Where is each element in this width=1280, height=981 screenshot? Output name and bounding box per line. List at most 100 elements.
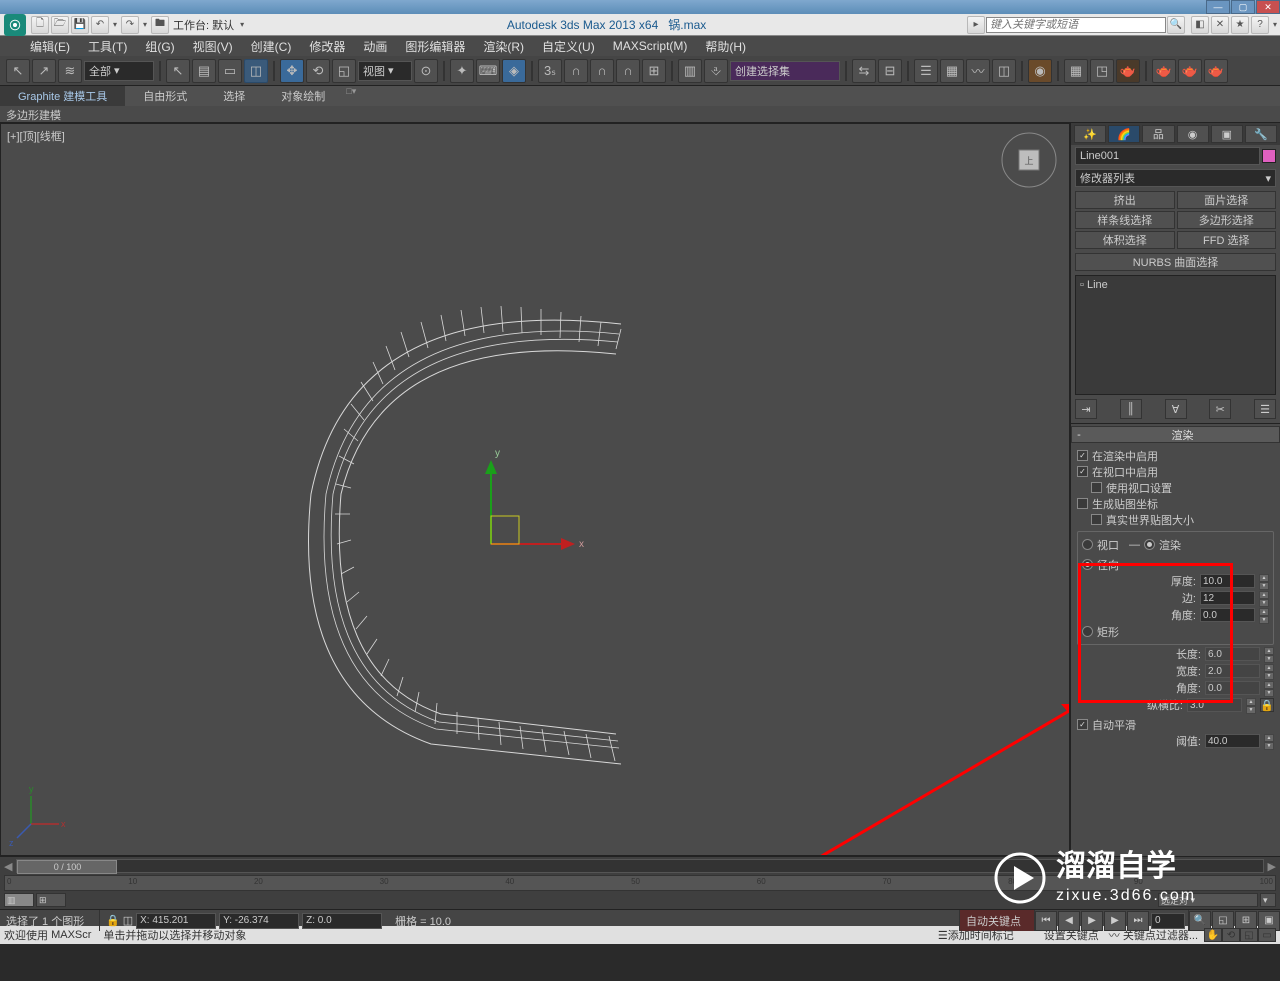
timeline-next-icon[interactable]: ▶: [1268, 860, 1276, 873]
curve-editor-icon[interactable]: 〰: [966, 59, 990, 83]
subscription-icon[interactable]: ◧: [1191, 16, 1209, 34]
bind-space-warp-icon[interactable]: ≋: [58, 59, 82, 83]
tab-modify-icon[interactable]: 🌈: [1108, 125, 1140, 143]
vp-nav-orbit-icon[interactable]: ⟲: [1222, 928, 1240, 942]
spinner-angle[interactable]: 0.0: [1200, 608, 1255, 622]
render-setup-icon[interactable]: ▦: [1064, 59, 1088, 83]
viewport-label[interactable]: [+][顶][线框]: [7, 128, 65, 144]
chk-enable-render[interactable]: ✓: [1077, 450, 1088, 461]
select-scale-icon[interactable]: ◱: [332, 59, 356, 83]
spinner-thickness-arrows[interactable]: ▲▼: [1259, 574, 1269, 588]
window-close-button[interactable]: ✕: [1256, 0, 1280, 14]
maxscript-label[interactable]: MAXScr: [51, 929, 91, 941]
rendered-frame-icon[interactable]: ◳: [1090, 59, 1114, 83]
select-move-icon[interactable]: ✥: [280, 59, 304, 83]
abs-rel-icon[interactable]: ◫: [123, 914, 133, 927]
select-region-rect-icon[interactable]: ▭: [218, 59, 242, 83]
ribbon-tab-objectpaint[interactable]: 对象绘制: [263, 86, 343, 106]
redo-icon[interactable]: ↷: [121, 16, 139, 34]
mirror2-icon[interactable]: ⇆: [852, 59, 876, 83]
menu-views[interactable]: 视图(V): [193, 38, 233, 55]
menu-group[interactable]: 组(G): [145, 38, 174, 55]
coord-z-field[interactable]: Z: 0.0: [302, 913, 382, 929]
select-rotate-icon[interactable]: ⟲: [306, 59, 330, 83]
open-file-icon[interactable]: 🗁: [51, 16, 69, 34]
modbtn-nurbs-select[interactable]: NURBS 曲面选择: [1075, 253, 1276, 271]
remove-modifier-icon[interactable]: ✂: [1209, 399, 1231, 419]
menu-rendering[interactable]: 渲染(R): [483, 38, 524, 55]
object-name-field[interactable]: Line001: [1075, 147, 1260, 165]
modbtn-extrude[interactable]: 挤出: [1075, 191, 1175, 209]
tab-motion-icon[interactable]: ◉: [1177, 125, 1209, 143]
edit-named-sel2-icon[interactable]: ⊞: [642, 59, 666, 83]
named-selection-dropdown[interactable]: 创建选择集: [730, 61, 840, 81]
radio-viewport[interactable]: [1082, 539, 1093, 550]
spinner-sides-arrows[interactable]: ▲▼: [1259, 591, 1269, 605]
help-icon[interactable]: ?: [1251, 16, 1269, 34]
infocenter-search-input[interactable]: [986, 17, 1166, 33]
modifier-stack[interactable]: ▫ Line: [1075, 275, 1276, 395]
trackbar-icon1[interactable]: ▥: [4, 893, 34, 907]
menu-edit[interactable]: 编辑(E): [30, 38, 70, 55]
ribbon-tab-selection[interactable]: 选择: [205, 86, 263, 106]
tab-display-icon[interactable]: ▣: [1211, 125, 1243, 143]
setkey-button[interactable]: 设置关键点: [1044, 927, 1099, 943]
object-color-swatch[interactable]: [1262, 149, 1276, 163]
search-toggle-icon[interactable]: ▸: [967, 16, 985, 34]
snaps-toggle-icon[interactable]: ◈: [502, 59, 526, 83]
radio-radial[interactable]: [1082, 559, 1093, 570]
edit-named-sel-icon[interactable]: ∩: [616, 59, 640, 83]
window-minimize-button[interactable]: —: [1206, 0, 1230, 14]
render-activeshade-icon[interactable]: 🫖: [1178, 59, 1202, 83]
use-pivot-icon[interactable]: ⊙: [414, 59, 438, 83]
layer-manager-icon[interactable]: ☰: [914, 59, 938, 83]
mirror-icon[interactable]: ▥: [678, 59, 702, 83]
pin-stack-icon[interactable]: ⇥: [1075, 399, 1097, 419]
menu-grapheditors[interactable]: 图形编辑器: [405, 38, 465, 55]
render-last-icon[interactable]: 🫖: [1204, 59, 1228, 83]
align-icon[interactable]: ⎀: [704, 59, 728, 83]
workspace-dropdown-icon[interactable]: ▾: [237, 18, 247, 32]
chk-use-vp-settings[interactable]: [1091, 482, 1102, 493]
search-icon[interactable]: 🔍: [1167, 16, 1185, 34]
menu-help[interactable]: 帮助(H): [705, 38, 746, 55]
viewport[interactable]: [+][顶][线框] 上 y x z y x: [0, 123, 1070, 856]
schematic-view-icon[interactable]: ◫: [992, 59, 1016, 83]
rollup-rendering-header[interactable]: -渲染: [1071, 426, 1280, 443]
new-file-icon[interactable]: 🗋: [31, 16, 49, 34]
align2-icon[interactable]: ⊟: [878, 59, 902, 83]
chk-autosmooth[interactable]: ✓: [1077, 719, 1088, 730]
menu-create[interactable]: 创建(C): [251, 38, 292, 55]
selection-filter-dropdown[interactable]: 全部 ▾: [84, 61, 154, 81]
save-file-icon[interactable]: 💾: [71, 16, 89, 34]
project-icon[interactable]: 🖿: [151, 16, 169, 34]
make-unique-icon[interactable]: ∀: [1165, 399, 1187, 419]
select-manipulate-icon[interactable]: ✦: [450, 59, 474, 83]
timeline-prev-icon[interactable]: ◀: [4, 860, 12, 873]
aspect-lock-icon[interactable]: 🔒: [1260, 698, 1274, 712]
configure-sets-icon[interactable]: ☰: [1254, 399, 1276, 419]
vp-nav-pan-icon[interactable]: ✋: [1204, 928, 1222, 942]
stack-item-line[interactable]: ▫ Line: [1078, 278, 1273, 292]
view-cube[interactable]: 上: [1001, 132, 1057, 188]
addtime-icon[interactable]: ☰: [938, 929, 948, 942]
modbtn-poly-select[interactable]: 多边形选择: [1177, 211, 1277, 229]
time-slider-thumb[interactable]: 0 / 100: [17, 860, 117, 874]
material-editor-icon[interactable]: ◉: [1028, 59, 1052, 83]
spinner-snap-icon[interactable]: ∩: [590, 59, 614, 83]
spinner-sides[interactable]: 12: [1200, 591, 1255, 605]
unlink-icon[interactable]: ↗: [32, 59, 56, 83]
select-name-icon[interactable]: ▤: [192, 59, 216, 83]
percent-snap-icon[interactable]: ∩: [564, 59, 588, 83]
vp-nav-fov-icon[interactable]: ▭: [1258, 928, 1276, 942]
ribbon-collapse-icon[interactable]: □▾: [343, 86, 359, 106]
tab-utilities-icon[interactable]: 🔧: [1245, 125, 1277, 143]
spinner-angle-arrows[interactable]: ▲▼: [1259, 608, 1269, 622]
chk-enable-viewport[interactable]: ✓: [1077, 466, 1088, 477]
lock-selection-icon[interactable]: 🔒: [106, 914, 120, 927]
favorites-icon[interactable]: ★: [1231, 16, 1249, 34]
modbtn-patch-select[interactable]: 面片选择: [1177, 191, 1277, 209]
undo-icon[interactable]: ↶: [91, 16, 109, 34]
ribbon-icon[interactable]: ▦: [940, 59, 964, 83]
chk-real-world[interactable]: [1091, 514, 1102, 525]
